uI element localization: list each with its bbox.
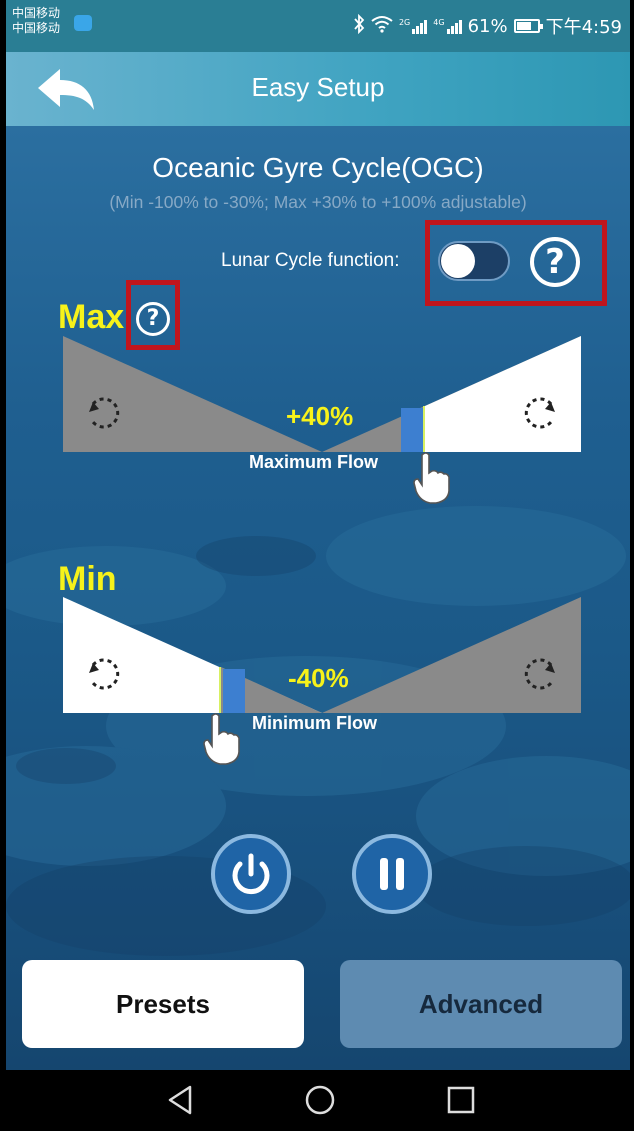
max-flow-value: +40% (286, 401, 354, 431)
min-right-rotate-cw-icon (521, 653, 561, 693)
signal-1-icon: 2G (399, 18, 428, 34)
carrier-2: 中国移动 (12, 21, 61, 35)
min-flow-value: -40% (288, 663, 349, 693)
mode-subtitle: (Min -100% to -30%; Max +30% to +100% ad… (109, 192, 527, 212)
clock: 下午4:59 (545, 17, 622, 38)
max-help-icon[interactable]: ? (136, 302, 170, 336)
lunar-help-icon[interactable]: ? (530, 237, 580, 287)
min-label: Min (58, 560, 117, 598)
navigation-bar (6, 1070, 630, 1131)
max-flow-label: Maximum Flow (249, 452, 379, 472)
page-title: Easy Setup (251, 72, 385, 102)
battery-icon (513, 19, 543, 33)
min-left-rotate-ccw-icon (83, 653, 123, 693)
advanced-button[interactable]: Advanced (340, 960, 622, 1048)
pause-button[interactable] (352, 834, 432, 914)
carrier-1: 中国移动 (12, 6, 61, 20)
app-badge-icon (74, 15, 92, 31)
max-left-rotate-ccw-icon (83, 392, 123, 432)
presets-button[interactable]: Presets (22, 960, 304, 1048)
header: Easy Setup (6, 52, 630, 126)
battery-percent: 61% (467, 15, 508, 37)
min-flow-label: Minimum Flow (252, 713, 377, 733)
nav-back-icon[interactable] (166, 1084, 196, 1121)
lunar-cycle-label: Lunar Cycle function: (221, 250, 400, 271)
signal-2-icon: 4G (433, 18, 462, 34)
status-icons: 2G 4G 61% 下午4:59 (353, 12, 622, 40)
hand-pointer-icon (202, 712, 242, 771)
ocean-background: Oceanic Gyre Cycle(OGC) (Min -100% to -3… (6, 126, 630, 1070)
pause-icon (380, 858, 404, 890)
status-bar: 中国移动 中国移动 2G 4G 61% 下午4:59 (6, 0, 630, 52)
toggle-knob (441, 244, 475, 278)
bluetooth-icon (353, 13, 365, 39)
max-right-rotate-cw-icon (521, 392, 561, 432)
max-flow-slider[interactable] (63, 336, 581, 452)
power-button[interactable] (211, 834, 291, 914)
hand-pointer-icon (412, 451, 452, 510)
lunar-cycle-toggle[interactable] (438, 241, 510, 281)
power-icon (232, 853, 270, 895)
nav-home-icon[interactable] (304, 1084, 336, 1121)
wifi-icon (371, 15, 393, 38)
screen: 中国移动 中国移动 2G 4G 61% 下午4:59 Easy Setup Oc… (6, 0, 630, 1131)
mode-title: Oceanic Gyre Cycle(OGC) (152, 152, 484, 183)
nav-recents-icon[interactable] (447, 1086, 475, 1119)
min-flow-slider[interactable] (63, 597, 581, 713)
carrier-info: 中国移动 中国移动 (12, 6, 60, 36)
max-label: Max (58, 298, 125, 336)
